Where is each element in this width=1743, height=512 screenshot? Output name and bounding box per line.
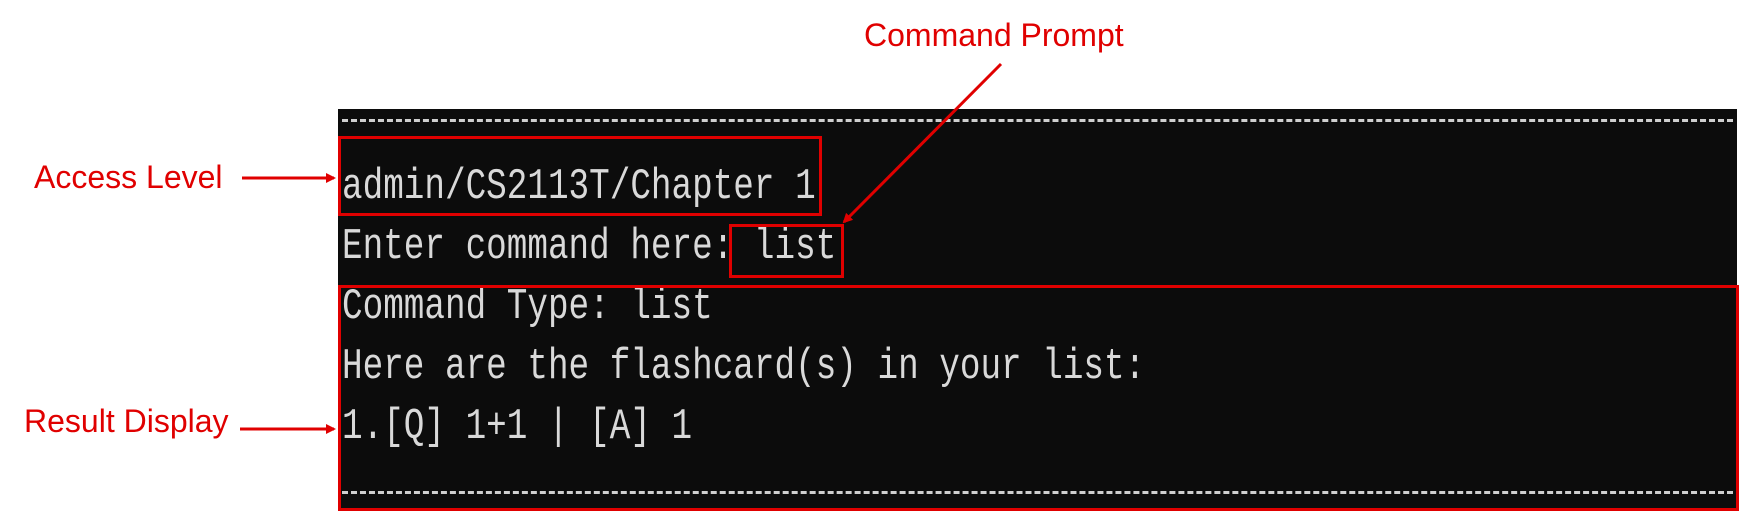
result-display-callout: Result Display [24, 403, 229, 439]
prompt-label: Enter command here: [342, 222, 754, 272]
command-prompt-callout: Command Prompt [864, 17, 1124, 53]
access-level-highlight-box [338, 136, 822, 216]
access-level-callout: Access Level [34, 159, 223, 195]
command-prompt-highlight-box [729, 224, 844, 278]
top-separator [342, 119, 1733, 122]
result-display-highlight-box [338, 285, 1739, 511]
